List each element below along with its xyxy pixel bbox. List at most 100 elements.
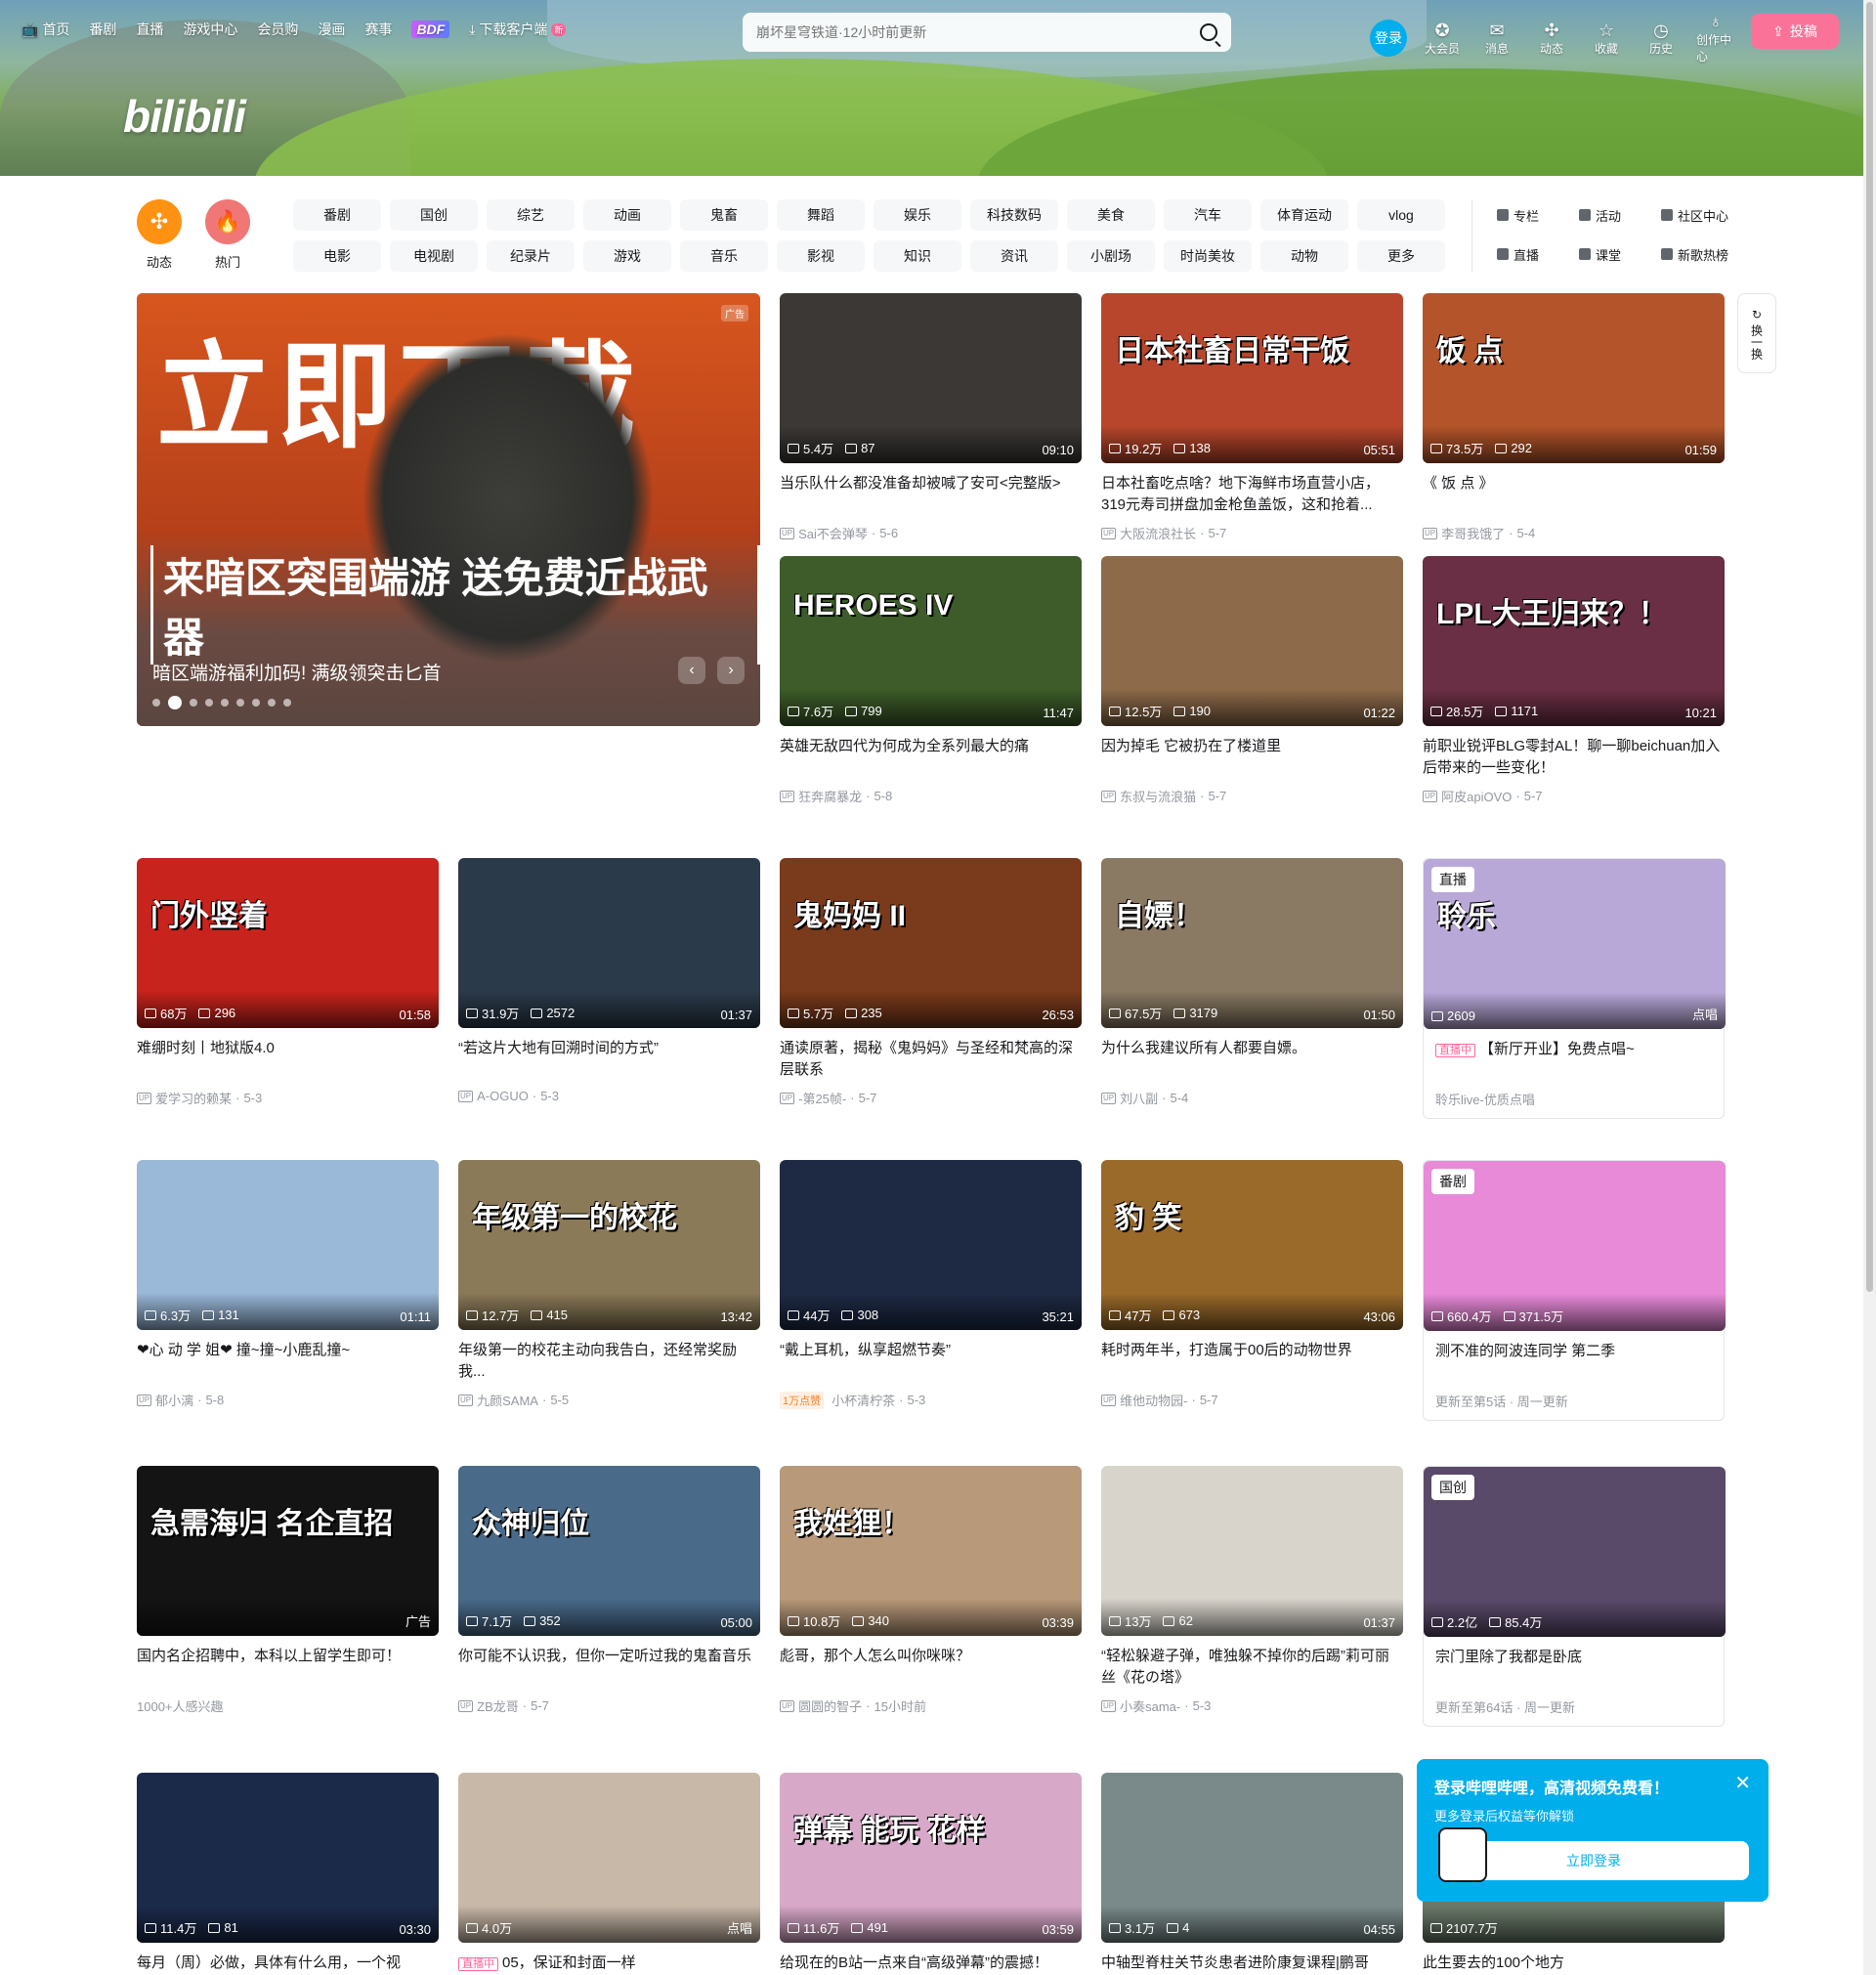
video-title[interactable]: 《 饭 点 》 <box>1423 473 1725 516</box>
bdf-logo[interactable]: BDF <box>411 21 450 38</box>
video-card[interactable]: 鬼妈妈 II 5.7万 235 26:53 通读原著，揭秘《鬼妈妈》与圣经和梵高的深层联… <box>780 858 1082 1107</box>
uploader-name[interactable]: 爱学习的赖某 <box>155 1089 232 1107</box>
video-title[interactable]: 宗门里除了我都是卧底 <box>1424 1647 1724 1690</box>
video-thumbnail[interactable]: 弹幕 能玩 花样 11.6万 491 03:59 <box>780 1773 1082 1943</box>
channel-chip[interactable]: 资讯 <box>970 240 1058 272</box>
video-thumbnail[interactable]: 自嫖！ 67.5万 3179 01:50 <box>1101 858 1403 1028</box>
video-thumbnail[interactable]: 急需海归 名企直招 广告 <box>137 1466 439 1636</box>
channel-chip[interactable]: vlog <box>1357 199 1445 231</box>
carousel-dot[interactable] <box>221 699 229 707</box>
video-card[interactable]: 弹幕 能玩 花样 11.6万 491 03:59 给现在的B站一点来自“高级弹幕”的震撼… <box>780 1773 1082 1975</box>
video-card[interactable]: 国创 2.2亿 85.4万 宗门里除了我都是卧底 更新至第64话 · 周一更新 <box>1423 1466 1726 1727</box>
search-bar[interactable] <box>743 13 1231 52</box>
video-thumbnail[interactable]: 13万 62 01:37 <box>1101 1466 1403 1636</box>
video-title[interactable]: 难绷时刻丨地狱版4.0 <box>137 1038 439 1081</box>
channel-chip[interactable]: 电影 <box>293 240 381 272</box>
banner-carousel[interactable]: 立即下载 来暗区突围端游 送免费近战武器 广告 暗区端游福利加码! 满级领突击匕… <box>137 293 760 726</box>
uploader-name[interactable]: -第25帧- <box>798 1089 846 1107</box>
video-thumbnail[interactable]: 我姓狸！ 10.8万 340 03:39 <box>780 1466 1082 1636</box>
video-card[interactable]: 31.9万 2572 01:37 “若这片大地有回溯时间的方式” UP A-OGUO · 5-… <box>458 858 760 1103</box>
video-card[interactable]: 饭 点 73.5万 292 01:59 《 饭 点 》 UP 李哥我饿了 · 5-4 <box>1423 293 1725 542</box>
channel-chip[interactable]: 舞蹈 <box>777 199 865 231</box>
video-title[interactable]: 彪哥，那个人怎么叫你咪咪？ <box>780 1646 1082 1689</box>
video-title-text[interactable]: 前职业锐评BLG零封AL！聊一聊beichuan加入后带来的一些变化！ <box>1423 738 1720 776</box>
uploader-name[interactable]: Sai不会弹琴 <box>798 524 868 542</box>
video-thumbnail[interactable]: 12.5万 190 01:22 <box>1101 556 1403 726</box>
channel-chip[interactable]: 电视剧 <box>390 240 478 272</box>
video-title-text[interactable]: 通读原著，揭秘《鬼妈妈》与圣经和梵高的深层联系 <box>780 1040 1073 1078</box>
quick-link[interactable]: 专栏 <box>1497 203 1579 227</box>
video-thumbnail[interactable]: 聆乐 直播 2609 点唱 <box>1424 859 1726 1029</box>
uploader-name[interactable]: 李哥我饿了 <box>1441 524 1505 542</box>
search-icon[interactable] <box>1200 23 1217 41</box>
video-card[interactable]: 我姓狸！ 10.8万 340 03:39 彪哥，那个人怎么叫你咪咪？ UP 圆圆的智子 · 15… <box>780 1466 1082 1715</box>
video-title[interactable]: 英雄无敌四代为何成为全系列最大的痛 <box>780 736 1082 779</box>
channel-chip[interactable]: 影视 <box>777 240 865 272</box>
video-thumbnail[interactable]: 豹 笑 47万 673 43:06 <box>1101 1160 1403 1330</box>
video-thumbnail[interactable]: LPL大王归来？！ 28.5万 1171 10:21 <box>1423 556 1725 726</box>
video-title-text[interactable]: “轻松躲避子弹，唯独躲不掉你的后踢”莉可丽丝《花の塔》 <box>1101 1648 1389 1686</box>
video-title[interactable]: 直播中 05，保证和封面一样 <box>458 1953 760 1975</box>
nav-vip[interactable]: ✪ 大会员 <box>1423 21 1462 57</box>
quick-link[interactable]: 课堂 <box>1579 242 1661 266</box>
video-title[interactable]: 日本社畜吃点啥？地下海鲜市场直营小店，319元寿司拼盘加金枪鱼盖饭，这和抢着..… <box>1101 473 1403 516</box>
carousel-next-button[interactable]: › <box>717 657 745 684</box>
video-title[interactable]: 此生要去的100个地方 <box>1423 1953 1725 1975</box>
video-title-text[interactable]: “若这片大地有回溯时间的方式” <box>458 1040 659 1056</box>
video-thumbnail[interactable]: 3.1万 4 04:55 <box>1101 1773 1403 1943</box>
nav-anime[interactable]: 番剧 <box>89 20 116 39</box>
video-title[interactable]: 给现在的B站一点来自“高级弹幕”的震撼！ <box>780 1953 1082 1975</box>
channel-chip[interactable]: 知识 <box>874 240 961 272</box>
video-title[interactable]: 为什么我建议所有人都要自嫖。 <box>1101 1038 1403 1081</box>
video-thumbnail[interactable]: 4.0万 点唱 <box>458 1773 760 1943</box>
video-card[interactable]: 6.3万 131 01:11 ❤心 动 学 姐❤ 撞~撞~小鹿乱撞~ UP 郁小漓 · 5-8 <box>137 1160 439 1409</box>
video-title[interactable]: “戴上耳机，纵享超燃节奏” <box>780 1340 1082 1383</box>
video-title-text[interactable]: 难绷时刻丨地狱版4.0 <box>137 1040 275 1056</box>
nav-favorite[interactable]: ☆ 收藏 <box>1587 21 1626 57</box>
channel-chip[interactable]: 娱乐 <box>874 199 961 231</box>
video-title[interactable]: 因为掉毛 它被扔在了楼道里 <box>1101 736 1403 779</box>
video-card[interactable]: HEROES IV 7.6万 799 11:47 英雄无敌四代为何成为全系列最大的痛 UP… <box>780 556 1082 805</box>
channel-chip[interactable]: 动物 <box>1260 240 1348 272</box>
channel-chip[interactable]: 综艺 <box>487 199 575 231</box>
refresh-button[interactable]: ↻ 换一换 <box>1737 293 1776 373</box>
video-card[interactable]: 门外竖着 68万 296 01:58 难绷时刻丨地狱版4.0 UP 爱学习的赖某 · 5-3 <box>137 858 439 1107</box>
video-card[interactable]: 11.4万 81 03:30 每月（周）必做，具体有什么用，一个视 <box>137 1773 439 1975</box>
video-title-text[interactable]: 宗门里除了我都是卧底 <box>1435 1649 1582 1665</box>
channel-chip[interactable]: 纪录片 <box>487 240 575 272</box>
video-thumbnail[interactable]: 11.4万 81 03:30 <box>137 1773 439 1943</box>
carousel-dot[interactable] <box>152 699 160 707</box>
scrollbar-thumb[interactable] <box>1866 2 1873 1292</box>
video-title-text[interactable]: 《 饭 点 》 <box>1423 475 1494 492</box>
page-scrollbar[interactable] <box>1863 0 1876 1975</box>
video-card[interactable]: 12.5万 190 01:22 因为掉毛 它被扔在了楼道里 UP 东叔与流浪猫 · 5-7 <box>1101 556 1403 805</box>
video-thumbnail[interactable]: 日本社畜日常干饭 19.2万 138 05:51 <box>1101 293 1403 463</box>
video-title[interactable]: 前职业锐评BLG零封AL！聊一聊beichuan加入后带来的一些变化！ <box>1423 736 1725 779</box>
video-card[interactable]: LPL大王归来？！ 28.5万 1171 10:21 前职业锐评BLG零封AL！聊一聊b… <box>1423 556 1725 805</box>
channel-chip[interactable]: 小剧场 <box>1067 240 1155 272</box>
uploader-name[interactable]: 小杯清柠茶 <box>831 1391 895 1409</box>
uploader-name[interactable]: 小奏sama- <box>1120 1696 1180 1715</box>
video-title-text[interactable]: 中轴型脊柱关节炎患者进阶康复课程|鹏哥 <box>1101 1954 1369 1971</box>
nav-live[interactable]: 直播 <box>136 20 163 39</box>
video-card[interactable]: 3.1万 4 04:55 中轴型脊柱关节炎患者进阶康复课程|鹏哥 <box>1101 1773 1403 1975</box>
video-card[interactable]: 44万 308 35:21 “戴上耳机，纵享超燃节奏” 1万点赞 小杯清柠茶 · 5-3 <box>780 1160 1082 1409</box>
channel-chip[interactable]: 美食 <box>1067 199 1155 231</box>
video-thumbnail[interactable]: 鬼妈妈 II 5.7万 235 26:53 <box>780 858 1082 1028</box>
channel-chip[interactable]: 科技数码 <box>970 199 1058 231</box>
uploader-name[interactable]: 东叔与流浪猫 <box>1120 787 1196 805</box>
uploader-name[interactable]: 维他动物园- <box>1120 1391 1187 1409</box>
search-input[interactable] <box>756 24 1200 40</box>
video-thumbnail[interactable]: 饭 点 73.5万 292 01:59 <box>1423 293 1725 463</box>
uploader-name[interactable]: 1000+人感兴趣 <box>137 1696 224 1715</box>
nav-creator-center[interactable]: ♁ 创作中心 <box>1696 12 1735 64</box>
uploader-name[interactable]: 九颜SAMA <box>477 1391 538 1409</box>
uploader-name[interactable]: A-OGUO <box>477 1089 529 1103</box>
video-card[interactable]: 13万 62 01:37 “轻松躲避子弹，唯独躲不掉你的后踢”莉可丽丝《花の塔》 UP 小… <box>1101 1466 1403 1715</box>
video-title-text[interactable]: ❤心 动 学 姐❤ 撞~撞~小鹿乱撞~ <box>137 1342 350 1358</box>
nav-game-center[interactable]: 游戏中心 <box>183 20 237 39</box>
video-title[interactable]: ❤心 动 学 姐❤ 撞~撞~小鹿乱撞~ <box>137 1340 439 1383</box>
uploader-name[interactable]: 更新至第5话 · 周一更新 <box>1435 1392 1568 1410</box>
video-title[interactable]: 直播中 【新厅开业】免费点唱~ <box>1424 1039 1724 1082</box>
dynamic-channel-icon[interactable]: ✣ <box>137 199 182 244</box>
